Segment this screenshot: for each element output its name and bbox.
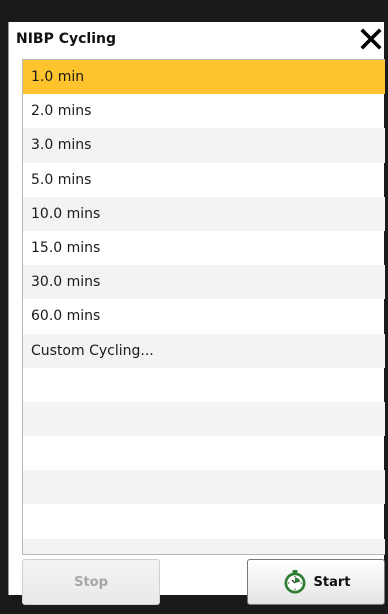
list-item-60-mins[interactable]: 60.0 mins xyxy=(23,299,385,333)
list-item-30-mins[interactable]: 30.0 mins xyxy=(23,265,385,300)
list-item-5-mins[interactable]: 5.0 mins xyxy=(23,163,385,197)
stop-button-label: Stop xyxy=(74,574,108,590)
list-item-empty xyxy=(23,436,385,470)
dialog-title: NIBP Cycling xyxy=(16,31,117,47)
title-bar: NIBP Cycling xyxy=(9,22,385,58)
start-button[interactable]: Start xyxy=(247,559,385,605)
list-item-3-mins[interactable]: 3.0 mins xyxy=(23,128,385,163)
list-item-2-mins[interactable]: 2.0 mins xyxy=(23,94,385,128)
cycling-interval-list: 1.0 min 2.0 mins 3.0 mins 5.0 mins 10.0 … xyxy=(22,59,385,555)
list-item-empty xyxy=(23,401,385,437)
list-item-15-mins[interactable]: 15.0 mins xyxy=(23,231,385,265)
dialog-footer: Stop Start xyxy=(22,559,385,614)
stop-button[interactable]: Stop xyxy=(22,559,160,605)
list-item-empty xyxy=(23,470,385,505)
nibp-cycling-dialog: NIBP Cycling 1.0 min 2.0 mins 3.0 mins 5… xyxy=(8,22,385,605)
start-button-label: Start xyxy=(313,574,351,590)
list-item-custom-cycling[interactable]: Custom Cycling... xyxy=(23,333,385,368)
stopwatch-icon xyxy=(282,569,308,595)
list-item-empty xyxy=(23,538,385,554)
list-item-empty xyxy=(23,504,385,538)
list-item-1-min[interactable]: 1.0 min xyxy=(23,60,385,95)
close-icon[interactable] xyxy=(359,27,383,51)
list-item-empty xyxy=(23,368,385,402)
list-item-10-mins[interactable]: 10.0 mins xyxy=(23,196,385,231)
